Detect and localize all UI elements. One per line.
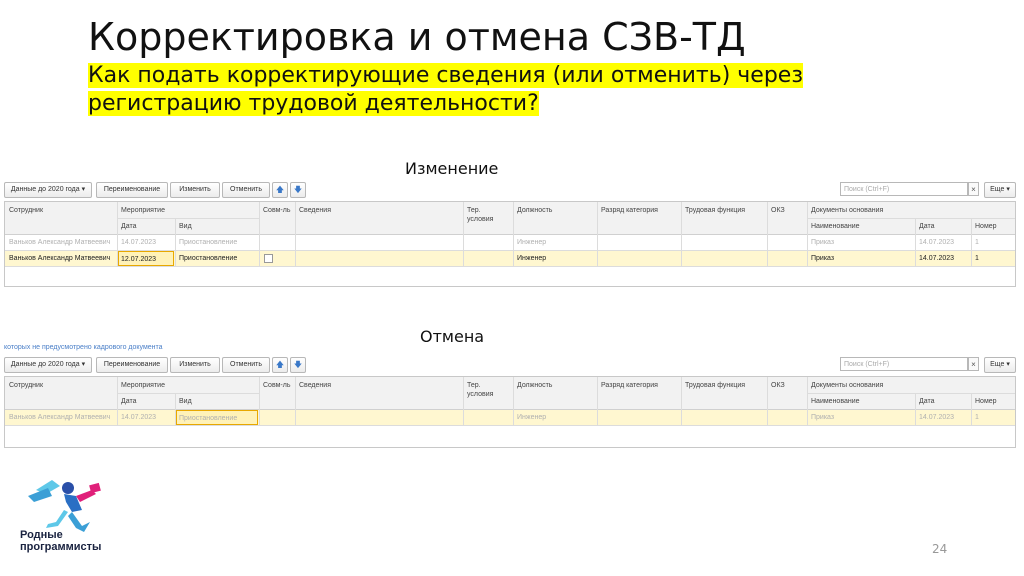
more-button[interactable]: Еще ▾ <box>984 182 1016 198</box>
col-info[interactable]: Сведения <box>299 381 331 390</box>
date-cell-active[interactable]: 12.07.2023 <box>118 251 174 266</box>
col-kind[interactable]: Вид <box>179 222 192 231</box>
col-kind[interactable]: Вид <box>179 397 192 406</box>
col-doc-number[interactable]: Номер <box>975 222 997 231</box>
doc-date-cell: 14.07.2023 <box>919 239 955 246</box>
col-part-time[interactable]: Совм-ль <box>263 206 290 215</box>
doc-name-cell: Приказ <box>811 414 835 421</box>
kind-cell: Приостановление <box>179 255 238 262</box>
move-down-icon[interactable]: 🡇 <box>290 182 306 198</box>
table-row-selected[interactable]: Ваньков Александр Матвеевич 12.07.2023 П… <box>5 251 1015 266</box>
doc-name-cell: Приказ <box>811 239 835 246</box>
col-doc-name[interactable]: Наименование <box>811 222 860 231</box>
change-grid-header: Сотрудник Мероприятие Дата Вид Совм-ль С… <box>5 202 1015 235</box>
page-number: 24 <box>932 542 948 556</box>
cancel-button[interactable]: Отменить <box>222 182 270 198</box>
col-category[interactable]: Разряд категория <box>601 381 658 390</box>
col-docs[interactable]: Документы основания <box>811 381 883 390</box>
col-doc-name[interactable]: Наименование <box>811 397 860 406</box>
logo-line-1: Родные <box>20 529 63 541</box>
col-doc-number[interactable]: Номер <box>975 397 997 406</box>
col-ter[interactable]: Тер. условия <box>467 206 493 224</box>
cancel-note[interactable]: которых не предусмотрено кадрового докум… <box>4 344 163 351</box>
move-down-icon[interactable]: 🡇 <box>290 357 306 373</box>
col-labor-function[interactable]: Трудовая функция <box>685 381 745 390</box>
table-row[interactable]: Ваньков Александр Матвеевич 14.07.2023 П… <box>5 235 1015 250</box>
col-employee[interactable]: Сотрудник <box>9 381 43 390</box>
col-info[interactable]: Сведения <box>299 206 331 215</box>
cancel-section-title: Отмена <box>420 327 485 346</box>
change-toolbar: Данные до 2020 года ▾ Переименование Изм… <box>4 182 1016 198</box>
data-before-2020-button[interactable]: Данные до 2020 года ▾ <box>4 182 92 198</box>
col-date[interactable]: Дата <box>121 222 137 231</box>
cancel-grid-header: Сотрудник Мероприятие Дата Вид Совм-ль С… <box>5 377 1015 410</box>
logo-text: Родные программисты <box>20 529 101 553</box>
slide-title: Корректировка и отмена СЗВ-ТД <box>88 15 746 59</box>
col-okz[interactable]: ОКЗ <box>771 381 785 390</box>
move-up-icon[interactable]: 🡅 <box>272 182 288 198</box>
col-doc-date[interactable]: Дата <box>919 397 935 406</box>
kind-cell-active[interactable]: Приостановление <box>176 410 258 425</box>
cancel-toolbar: Данные до 2020 года ▾ Переименование Изм… <box>4 357 1016 373</box>
employee-cell: Ваньков Александр Матвеевич <box>9 414 111 421</box>
slide-subtitle: Как подать корректирующие сведения (или … <box>88 62 804 118</box>
col-position[interactable]: Должность <box>517 206 552 215</box>
part-time-checkbox[interactable] <box>264 254 273 263</box>
move-up-icon[interactable]: 🡅 <box>272 357 288 373</box>
position-cell: Инженер <box>517 414 547 421</box>
kind-cell: Приостановление <box>179 239 238 246</box>
cancel-grid: Сотрудник Мероприятие Дата Вид Совм-ль С… <box>4 376 1016 448</box>
position-cell: Инженер <box>517 239 547 246</box>
change-section-title: Изменение <box>405 159 499 178</box>
col-doc-date[interactable]: Дата <box>919 222 935 231</box>
data-before-2020-button[interactable]: Данные до 2020 года ▾ <box>4 357 92 373</box>
col-labor-function[interactable]: Трудовая функция <box>685 206 745 215</box>
employee-cell: Ваньков Александр Матвеевич <box>9 239 111 246</box>
col-part-time[interactable]: Совм-ль <box>263 381 290 390</box>
change-grid: Сотрудник Мероприятие Дата Вид Совм-ль С… <box>4 201 1016 287</box>
clear-search-icon[interactable]: × <box>968 357 979 371</box>
col-okz[interactable]: ОКЗ <box>771 206 785 215</box>
cancel-button[interactable]: Отменить <box>222 357 270 373</box>
col-category[interactable]: Разряд категория <box>601 206 658 215</box>
logo-line-2: программисты <box>20 541 102 553</box>
col-employee[interactable]: Сотрудник <box>9 206 43 215</box>
date-cell: 14.07.2023 <box>121 239 157 246</box>
more-button[interactable]: Еще ▾ <box>984 357 1016 373</box>
col-event[interactable]: Мероприятие <box>121 381 165 390</box>
doc-number-cell: 1 <box>975 414 979 421</box>
subtitle-line-2: регистрацию трудовой деятельности? <box>88 91 539 116</box>
position-cell: Инженер <box>517 255 547 262</box>
table-row-selected[interactable]: Ваньков Александр Матвеевич 14.07.2023 П… <box>5 410 1015 425</box>
doc-date-cell: 14.07.2023 <box>919 414 955 421</box>
doc-number-cell: 1 <box>975 239 979 246</box>
col-event[interactable]: Мероприятие <box>121 206 165 215</box>
search-input[interactable]: Поиск (Ctrl+F) <box>840 182 968 196</box>
col-date[interactable]: Дата <box>121 397 137 406</box>
rename-button[interactable]: Переименование <box>96 357 168 373</box>
change-button[interactable]: Изменить <box>170 182 220 198</box>
employee-cell: Ваньков Александр Матвеевич <box>9 255 111 262</box>
subtitle-line-1: Как подать корректирующие сведения (или … <box>88 63 804 88</box>
col-position[interactable]: Должность <box>517 381 552 390</box>
rename-button[interactable]: Переименование <box>96 182 168 198</box>
clear-search-icon[interactable]: × <box>968 182 979 196</box>
col-ter[interactable]: Тер. условия <box>467 381 493 399</box>
doc-date-cell: 14.07.2023 <box>919 255 955 262</box>
col-docs[interactable]: Документы основания <box>811 206 883 215</box>
change-button[interactable]: Изменить <box>170 357 220 373</box>
search-input[interactable]: Поиск (Ctrl+F) <box>840 357 968 371</box>
doc-name-cell: Приказ <box>811 255 835 262</box>
doc-number-cell: 1 <box>975 255 979 262</box>
date-cell: 14.07.2023 <box>121 414 157 421</box>
